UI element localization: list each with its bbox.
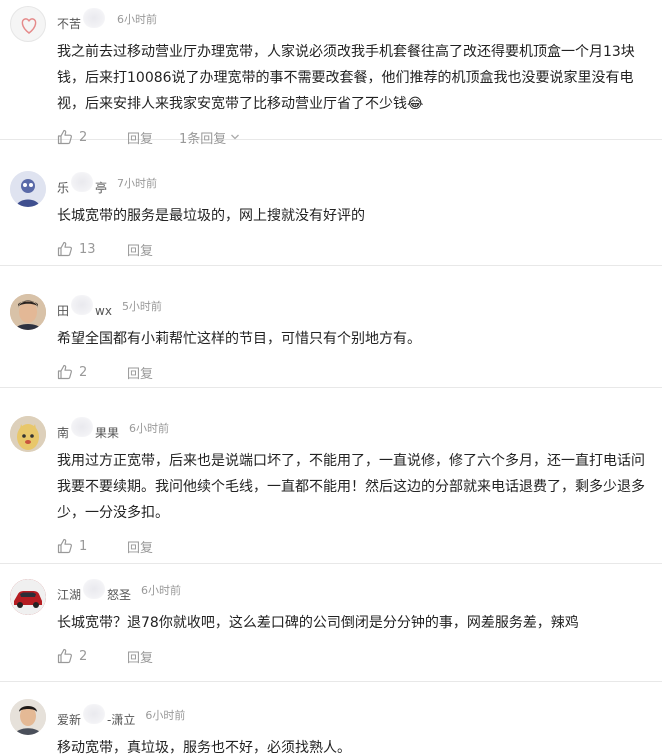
- comment-item: 乐亭 7小时前 长城宽带的服务是最垃圾的，网上搜就没有好评的 13 回复: [0, 140, 662, 266]
- reply-button[interactable]: 回复: [127, 240, 179, 259]
- username[interactable]: 南果果: [57, 417, 119, 441]
- comment-meta: 南果果 6小时前: [57, 417, 646, 441]
- comment-item: 不苦 6小时前 我之前去过移动营业厅办理宽带，人家说必须改我手机套餐往高了改还得…: [0, 0, 662, 147]
- thumbs-up-icon: [57, 241, 72, 257]
- timestamp: 6小时前: [129, 422, 170, 435]
- comment-item: 南果果 6小时前 我用过方正宽带，后来也是说端口坏了，不能用了，一直说修，修了六…: [0, 388, 662, 564]
- comment-meta: 乐亭 7小时前: [57, 172, 646, 196]
- user-avatar-icon: [10, 171, 46, 207]
- avatar[interactable]: [10, 171, 46, 207]
- user-avatar-icon: [10, 416, 46, 452]
- comment-list: 不苦 6小时前 我之前去过移动营业厅办理宽带，人家说必须改我手机套餐往高了改还得…: [0, 0, 662, 754]
- avatar[interactable]: [10, 699, 46, 735]
- timestamp: 6小时前: [145, 709, 186, 722]
- like-count: 2: [79, 364, 88, 380]
- redaction-blur: [83, 579, 106, 599]
- thumbs-up-icon: [57, 648, 72, 664]
- username[interactable]: 乐亭: [57, 172, 107, 196]
- redaction-blur: [83, 8, 106, 28]
- comment-text: 我之前去过移动营业厅办理宽带，人家说必须改我手机套餐往高了改还得要机顶盒一个月1…: [57, 44, 635, 112]
- timestamp: 6小时前: [117, 13, 158, 26]
- like-button[interactable]: 1: [57, 538, 127, 554]
- comment-item: 江湖 怒圣 6小时前 长城宽带？退78你就收吧，这么差口碑的公司倒闭是分分钟的事，…: [0, 564, 662, 682]
- timestamp: 7小时前: [117, 177, 158, 190]
- avatar[interactable]: [10, 294, 46, 330]
- comment-actions: 13 回复: [57, 239, 646, 259]
- username[interactable]: 爱新 -潇立: [57, 704, 135, 728]
- comment-item: 田 wx 5小时前 希望全国都有小莉帮忙这样的节目，可惜只有个别地方有。 2 回复: [0, 266, 662, 388]
- like-button[interactable]: 13: [57, 241, 127, 257]
- like-count: 13: [79, 241, 96, 257]
- comment-text: 移动宽带，真垃圾，服务也不好，必须找熟人。: [57, 740, 351, 754]
- avatar[interactable]: [10, 416, 46, 452]
- redaction-blur: [83, 704, 106, 724]
- username[interactable]: 田 wx: [57, 295, 112, 319]
- avatar[interactable]: [10, 6, 46, 42]
- like-button[interactable]: 2: [57, 648, 127, 664]
- reply-button[interactable]: 回复: [127, 363, 179, 382]
- comment-meta: 爱新 -潇立 6小时前: [57, 704, 646, 728]
- reply-button[interactable]: 回复: [127, 647, 179, 666]
- comment-item: 爱新 -潇立 6小时前 移动宽带，真垃圾，服务也不好，必须找熟人。: [0, 682, 662, 754]
- heart-avatar-icon: [21, 18, 37, 34]
- timestamp: 6小时前: [141, 584, 182, 597]
- timestamp: 5小时前: [121, 300, 162, 313]
- like-button[interactable]: 2: [57, 364, 127, 380]
- comment-text: 长城宽带？退78你就收吧，这么差口碑的公司倒闭是分分钟的事，网差服务差，辣鸡: [57, 615, 579, 631]
- comment-meta: 田 wx 5小时前: [57, 295, 646, 319]
- like-count: 2: [79, 648, 88, 664]
- user-avatar-icon: [10, 699, 46, 735]
- avatar[interactable]: [10, 579, 46, 615]
- redaction-blur: [71, 295, 94, 315]
- comment-actions: 2 回复: [57, 362, 646, 382]
- username[interactable]: 不苦: [57, 8, 107, 32]
- comment-text: 我用过方正宽带，后来也是说端口坏了，不能用了，一直说修，修了六个多月，还一直打电…: [57, 453, 645, 521]
- thumbs-up-icon: [57, 364, 72, 380]
- comment-actions: 1 回复: [57, 536, 646, 556]
- comment-meta: 不苦 6小时前: [57, 8, 646, 32]
- like-count: 1: [79, 538, 88, 554]
- car-avatar-icon: [10, 579, 46, 615]
- thumbs-up-icon: [57, 538, 72, 554]
- comment-actions: 2 回复: [57, 646, 646, 666]
- comment-text: 长城宽带的服务是最垃圾的，网上搜就没有好评的: [57, 208, 365, 224]
- reply-button[interactable]: 回复: [127, 537, 179, 556]
- username[interactable]: 江湖 怒圣: [57, 579, 131, 603]
- comment-meta: 江湖 怒圣 6小时前: [57, 579, 646, 603]
- user-avatar-icon: [10, 294, 46, 330]
- redaction-blur: [71, 172, 94, 192]
- redaction-blur: [71, 417, 94, 437]
- comment-text: 希望全国都有小莉帮忙这样的节目，可惜只有个别地方有。: [57, 331, 421, 347]
